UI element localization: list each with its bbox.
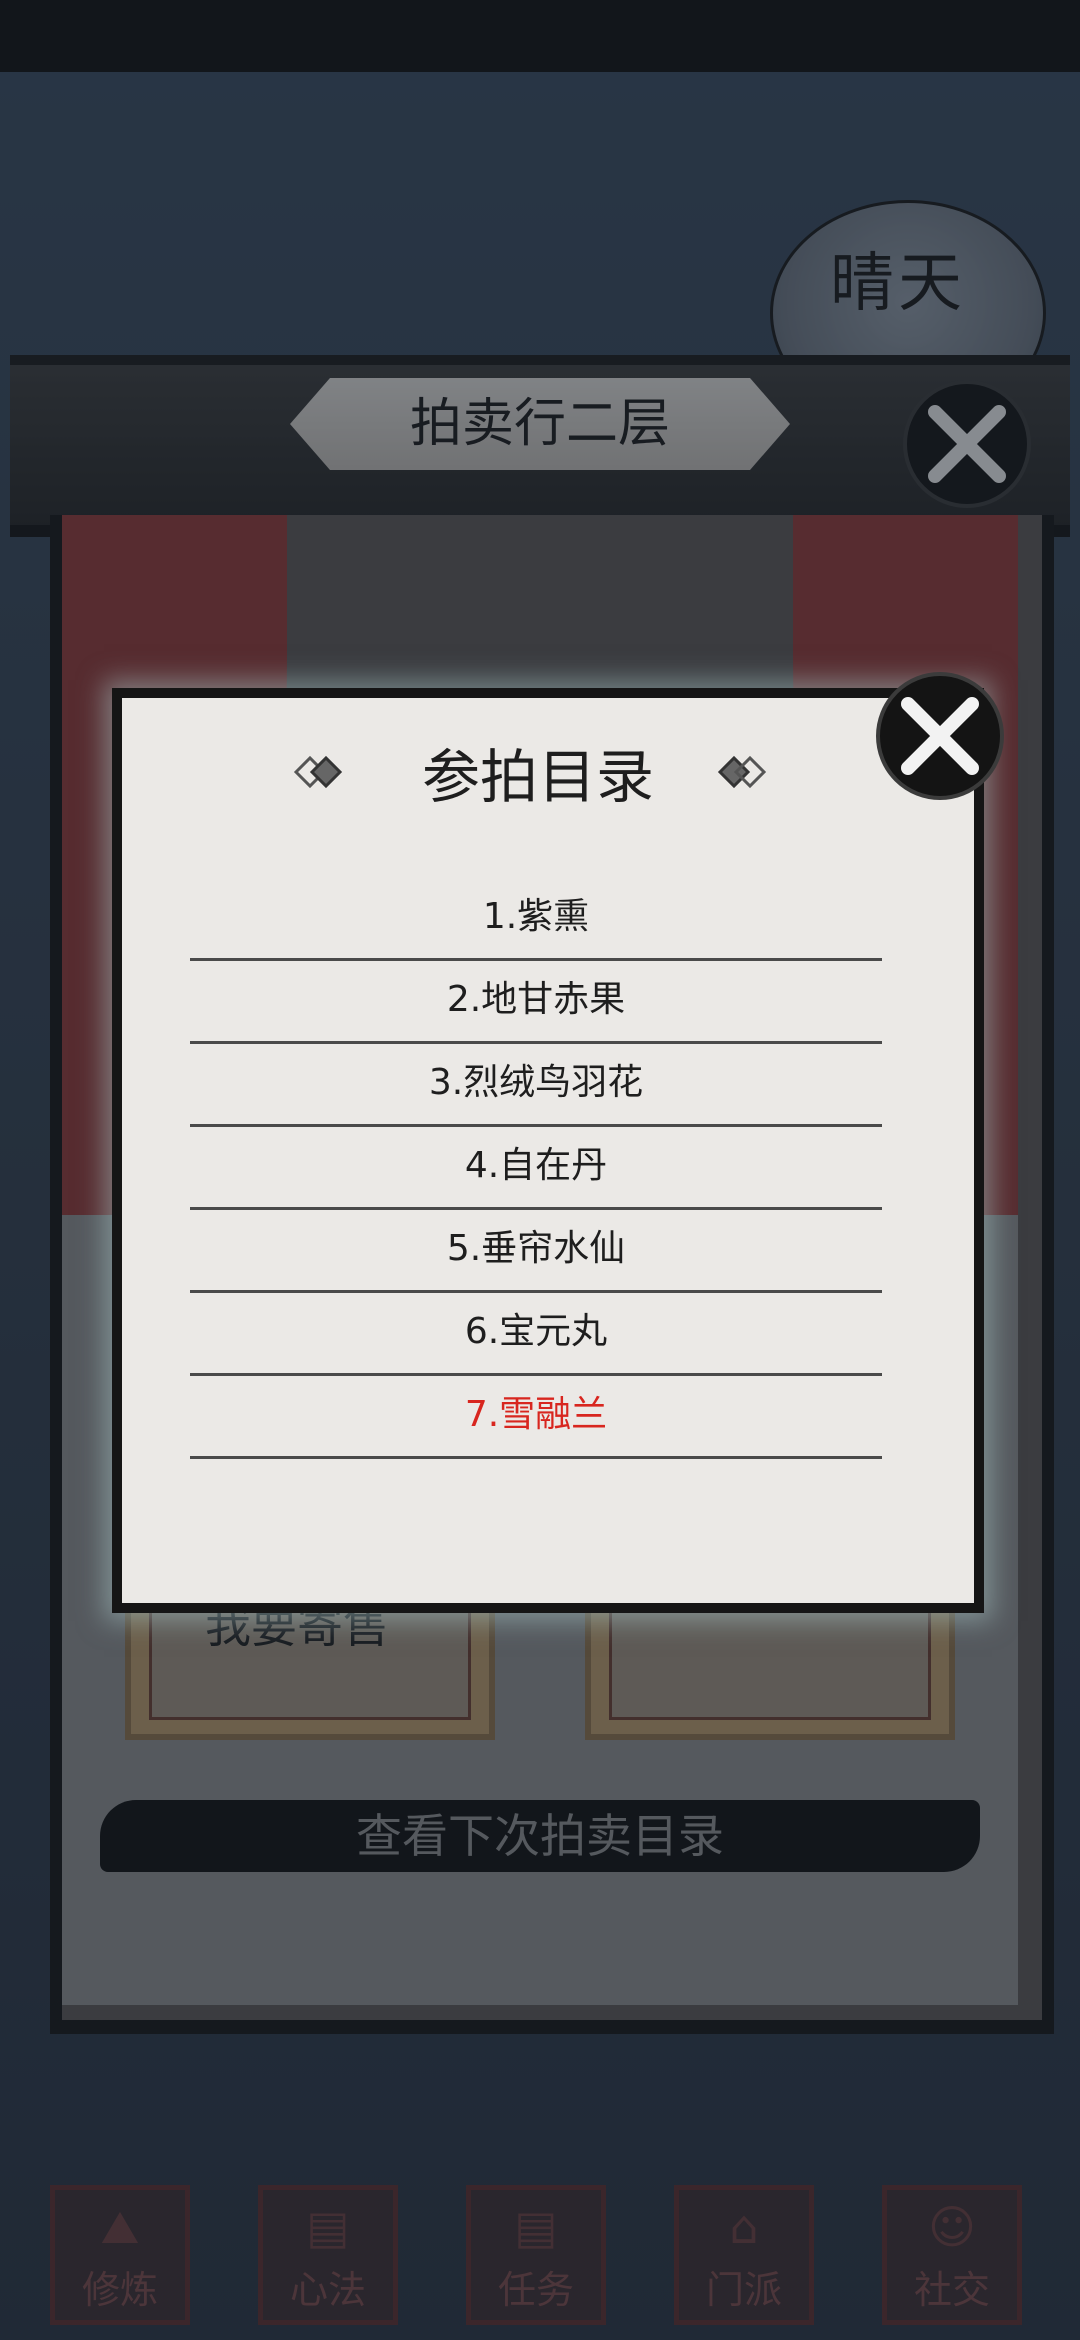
close-icon — [901, 697, 979, 775]
catalog-item[interactable]: 1.紫熏 — [190, 878, 882, 961]
dialog-title: 参拍目录 — [421, 743, 654, 811]
catalog-item[interactable]: 5.垂帘水仙 — [190, 1210, 882, 1293]
catalog-item[interactable]: 3.烈绒鸟羽花 — [190, 1044, 882, 1127]
catalog-item[interactable]: 2.地甘赤果 — [190, 961, 882, 1044]
catalog-list: 1.紫熏 2.地甘赤果 3.烈绒鸟羽花 4.自在丹 5.垂帘水仙 6.宝元丸 7.雪融兰 — [190, 878, 882, 1459]
catalog-item[interactable]: 7.雪融兰 — [190, 1376, 882, 1459]
catalog-item[interactable]: 6.宝元丸 — [190, 1293, 882, 1376]
close-dialog-button[interactable] — [876, 672, 1004, 800]
catalog-item[interactable]: 4.自在丹 — [190, 1127, 882, 1210]
diamond-ornament-icon — [717, 755, 767, 789]
